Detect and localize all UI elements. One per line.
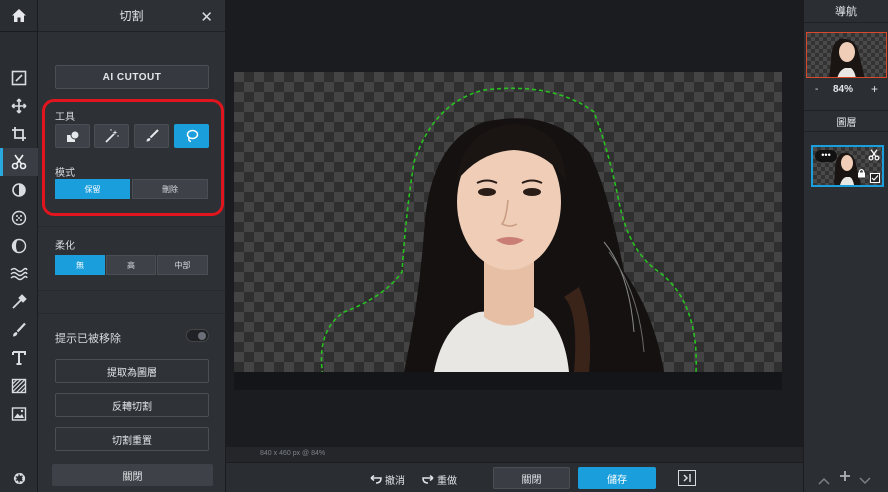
status-bar: 840 x 460 px @ 84% bbox=[226, 447, 803, 462]
rail-crop[interactable] bbox=[0, 120, 38, 148]
rail-filter[interactable] bbox=[0, 232, 38, 260]
tool-rail bbox=[0, 0, 38, 492]
rail-text[interactable] bbox=[0, 344, 38, 372]
panel-header: 切割 ✕ bbox=[38, 0, 225, 32]
image-canvas[interactable] bbox=[234, 72, 782, 372]
visibility-checkbox[interactable] bbox=[870, 173, 880, 183]
portrait-image bbox=[320, 87, 697, 372]
layer-menu-button[interactable]: ••• bbox=[815, 150, 837, 162]
layer-controls bbox=[804, 470, 888, 492]
panel-toggle-icon bbox=[683, 474, 691, 482]
show-removed-label: 提示已被移除 bbox=[55, 333, 121, 345]
navigator-portrait bbox=[829, 38, 865, 77]
filter-icon bbox=[11, 238, 27, 254]
canvas-size-text: 840 x 460 px @ 84% bbox=[260, 450, 326, 457]
chevron-down-icon[interactable] bbox=[859, 472, 871, 488]
dropper-icon bbox=[12, 294, 27, 309]
adjust-icon bbox=[12, 183, 26, 197]
scissors-icon bbox=[11, 154, 27, 170]
move-icon bbox=[11, 98, 27, 114]
feather-medium[interactable]: 中部 bbox=[157, 255, 208, 275]
redo-icon bbox=[422, 474, 434, 484]
effects-icon bbox=[11, 210, 27, 226]
image-icon bbox=[11, 407, 27, 421]
close-button[interactable]: 關閉 bbox=[493, 467, 570, 489]
redo-button[interactable]: 重做 bbox=[422, 472, 457, 487]
divider bbox=[38, 313, 226, 314]
home-icon bbox=[12, 9, 26, 22]
rail-brush[interactable] bbox=[0, 316, 38, 344]
add-layer-icon[interactable] bbox=[839, 469, 851, 485]
rail-settings[interactable] bbox=[0, 464, 38, 492]
redo-label: 重做 bbox=[437, 476, 457, 487]
brush-icon bbox=[13, 322, 26, 337]
rail-effects[interactable] bbox=[0, 204, 38, 232]
rail-adjust[interactable] bbox=[0, 176, 38, 204]
text-icon bbox=[12, 351, 26, 365]
lock-icon[interactable] bbox=[857, 165, 866, 183]
rail-cutout[interactable] bbox=[0, 148, 38, 176]
settings-icon bbox=[13, 472, 25, 484]
rail-image[interactable] bbox=[0, 400, 38, 428]
reset-cutout-button[interactable]: 切割重置 bbox=[55, 427, 209, 451]
feather-label: 柔化 bbox=[55, 241, 75, 252]
zoom-in-button[interactable]: + bbox=[871, 82, 878, 96]
feather-high[interactable]: 高 bbox=[106, 255, 156, 275]
crop-icon bbox=[12, 127, 26, 141]
toggle-panel-button[interactable] bbox=[678, 470, 696, 486]
rail-wave[interactable] bbox=[0, 260, 38, 288]
canvas-bottom-strip bbox=[234, 372, 782, 390]
rail-dropper[interactable] bbox=[0, 288, 38, 316]
panel-close-button[interactable]: 關閉 bbox=[52, 464, 213, 486]
save-button[interactable]: 儲存 bbox=[578, 467, 656, 489]
divider bbox=[38, 290, 226, 291]
bottom-toolbar: 撤消 重做 關閉 儲存 bbox=[226, 462, 803, 492]
navigator-thumbnail[interactable] bbox=[806, 32, 887, 78]
undo-label: 撤消 bbox=[385, 476, 405, 487]
highlight-box bbox=[42, 99, 224, 216]
rail-edit[interactable] bbox=[0, 64, 38, 92]
cutout-panel: 切割 ✕ AI CUTOUT 工具 模式 保留 刪除 柔化 無 高 中部 提示已… bbox=[38, 0, 226, 492]
divider bbox=[38, 226, 226, 227]
layer-cutout-icon bbox=[868, 148, 880, 166]
zoom-value: 84% bbox=[833, 84, 854, 95]
extract-layer-button[interactable]: 提取為圖層 bbox=[55, 359, 209, 383]
invert-cutout-button[interactable]: 反轉切割 bbox=[55, 393, 209, 417]
undo-button[interactable]: 撤消 bbox=[370, 472, 405, 487]
ai-cutout-button[interactable]: AI CUTOUT bbox=[55, 65, 209, 89]
rail-texture[interactable] bbox=[0, 372, 38, 400]
right-panel: 導航 - 84% + 圖層 ••• bbox=[803, 0, 888, 492]
chevron-up-icon[interactable] bbox=[818, 472, 830, 488]
zoom-out-button[interactable]: - bbox=[815, 84, 818, 95]
feather-none[interactable]: 無 bbox=[55, 255, 105, 275]
close-icon[interactable]: ✕ bbox=[200, 8, 213, 26]
undo-icon bbox=[370, 474, 382, 484]
panel-title: 切割 bbox=[119, 9, 144, 23]
home-button[interactable] bbox=[0, 0, 38, 32]
wave-icon bbox=[10, 267, 28, 281]
app-root: 切割 ✕ AI CUTOUT 工具 模式 保留 刪除 柔化 無 高 中部 提示已… bbox=[0, 0, 888, 492]
show-removed-toggle[interactable] bbox=[186, 329, 209, 342]
rail-move[interactable] bbox=[0, 92, 38, 120]
layer-item[interactable]: ••• bbox=[811, 145, 884, 187]
edit-icon bbox=[11, 70, 27, 86]
texture-icon bbox=[11, 378, 27, 394]
layers-title: 圖層 bbox=[804, 110, 888, 132]
zoom-controls: - 84% + bbox=[804, 82, 888, 100]
navigator-title: 導航 bbox=[804, 0, 888, 23]
